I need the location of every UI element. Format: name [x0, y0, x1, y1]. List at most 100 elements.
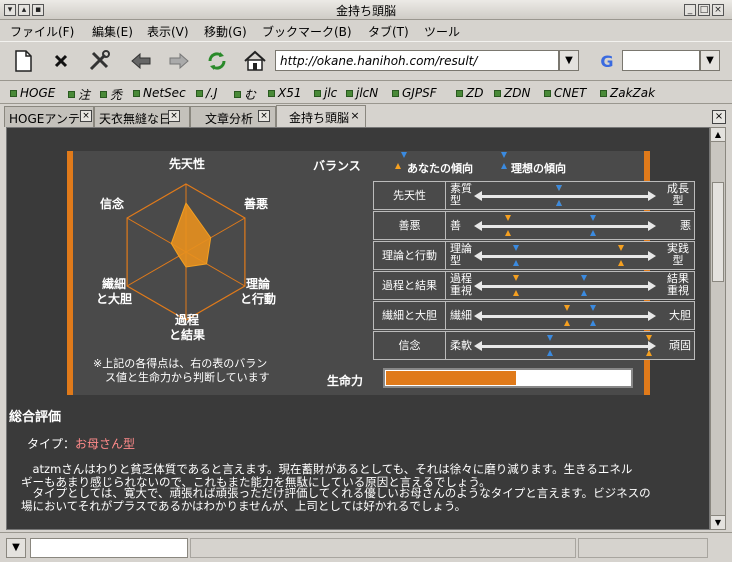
reload-icon[interactable] [204, 48, 230, 74]
tab-close-icon[interactable]: × [168, 110, 180, 122]
radar-label-process-a: 過程 [174, 313, 199, 327]
ideal-marker [547, 350, 553, 356]
bookmark-item[interactable]: HOGE [10, 86, 55, 100]
tools-icon[interactable] [86, 48, 112, 74]
maximize-icon[interactable]: □ [698, 4, 710, 16]
balance-row-right: 大胆 [669, 309, 691, 322]
you-marker-icon [401, 152, 407, 158]
bookmark-item[interactable]: 禿 [100, 86, 122, 103]
bookmark-icon [314, 89, 321, 97]
bookmark-item[interactable]: NetSec [133, 86, 186, 100]
balance-row-right: 成長型 [667, 182, 689, 207]
menu-tools[interactable]: ツール [424, 23, 460, 40]
you-marker [645, 350, 652, 356]
arrow-left-icon [474, 251, 482, 261]
bookmark-item[interactable]: ZD [456, 86, 483, 100]
status-text [190, 538, 576, 558]
balance-bar [480, 225, 650, 228]
ideal-marker [589, 215, 596, 221]
status-menu-icon[interactable]: ▼ [6, 538, 26, 558]
evaluation-heading: 総合評価 [9, 410, 62, 425]
balance-row: 過程と結果 過程重視 結果重視 [373, 271, 695, 300]
you-marker [564, 305, 570, 311]
bookmark-icon [133, 89, 140, 97]
balance-row-name: 先天性 [374, 182, 446, 209]
bookmark-item[interactable]: jlcN [346, 86, 378, 100]
bookmark-item[interactable]: jlc [314, 86, 337, 100]
you-marker [513, 275, 519, 281]
menu-bookmarks[interactable]: ブックマーク(B) [262, 23, 352, 40]
scroll-thumb[interactable] [712, 182, 724, 282]
radar-label-logic-a: 理論 [245, 277, 270, 291]
balance-bar [480, 255, 650, 258]
life-gauge [383, 368, 633, 388]
new-document-icon[interactable] [10, 48, 36, 74]
life-label: 生命力 [327, 374, 364, 388]
bookmark-item[interactable]: ZakZak [600, 86, 655, 100]
url-input[interactable]: http://okane.hanihoh.com/result/ [275, 50, 559, 71]
ideal-marker-icon [501, 152, 507, 158]
life-gauge-fill [386, 371, 517, 385]
ideal-marker [555, 185, 562, 191]
menu-file[interactable]: ファイル(F) [10, 23, 74, 40]
close-tab-button[interactable]: × [712, 110, 726, 124]
balance-bar [480, 345, 650, 348]
url-dropdown-button[interactable]: ▼ [559, 50, 579, 71]
stop-icon[interactable] [48, 48, 74, 74]
menu-view[interactable]: 表示(V) [147, 23, 189, 40]
menu-edit[interactable]: 編集(E) [92, 23, 133, 40]
forward-icon[interactable] [166, 48, 192, 74]
radar-label-delicate-b: と大胆 [95, 292, 132, 306]
balance-title: バランス [313, 159, 361, 173]
ideal-marker [581, 275, 587, 281]
bookmark-item[interactable]: 注 [68, 86, 90, 103]
you-marker [504, 230, 511, 236]
arrow-left-icon [474, 311, 482, 321]
menu-bar: ファイル(F) 編集(E) 表示(V) 移動(G) ブックマーク(B) タブ(T… [0, 20, 732, 40]
tab-close-icon[interactable]: × [80, 110, 92, 122]
google-icon[interactable]: G [598, 52, 616, 71]
balance-row: 先天性 素質型 成長型 [373, 181, 695, 210]
you-marker [564, 320, 570, 326]
bookmark-icon [494, 89, 501, 97]
balance-row-right: 結果重視 [667, 272, 689, 297]
type-value: お母さん型 [75, 437, 136, 451]
bookmark-icon [268, 89, 275, 97]
ideal-marker [589, 320, 596, 326]
menu-tabs[interactable]: タブ(T) [368, 23, 409, 40]
minimize-icon[interactable]: _ [684, 4, 696, 16]
you-marker [504, 215, 511, 221]
bookmark-icon [456, 89, 463, 97]
find-input[interactable] [30, 538, 188, 558]
search-input[interactable] [622, 50, 700, 71]
ideal-marker [589, 230, 596, 236]
tab-close-icon[interactable]: × [258, 110, 270, 122]
vertical-scrollbar[interactable]: ▲ ▼ [710, 127, 726, 530]
page-content: 先天性 善悪 理論 と行動 過程 と結果 繊細 と大胆 信念 ※上記の各得点は、… [6, 127, 710, 530]
balance-row: 善悪善悪 [373, 211, 695, 240]
radar-label-process-b: と結果 [168, 328, 205, 342]
bookmark-item[interactable]: ZDN [494, 86, 530, 100]
menu-go[interactable]: 移動(G) [204, 23, 247, 40]
bookmark-icon [196, 89, 203, 97]
tab-close-icon[interactable]: × [350, 110, 360, 122]
radar-label-nature: 先天性 [168, 157, 205, 171]
bookmark-item[interactable]: CNET [544, 86, 586, 100]
search-dropdown-button[interactable]: ▼ [700, 50, 720, 71]
bookmark-item[interactable]: GJPSF [392, 86, 437, 100]
radar-note-line1: ※上記の各得点は、右の表のバラン [93, 357, 268, 370]
bookmark-item[interactable]: /.J [196, 86, 217, 100]
home-icon[interactable] [242, 48, 268, 74]
bookmark-icon [10, 89, 17, 97]
arrow-left-icon [474, 221, 482, 231]
arrow-left-icon [474, 341, 482, 351]
bookmark-item[interactable]: X51 [268, 86, 302, 100]
scroll-down-icon[interactable]: ▼ [711, 515, 725, 529]
balance-row: 理論と行動 理論型 実践型 [373, 241, 695, 270]
you-marker [645, 335, 652, 341]
scroll-up-icon[interactable]: ▲ [711, 128, 725, 142]
type-line: タイプ：お母さん型 [27, 437, 136, 451]
close-icon[interactable]: × [712, 4, 724, 16]
bookmark-item[interactable]: む [234, 86, 256, 103]
back-icon[interactable] [128, 48, 154, 74]
